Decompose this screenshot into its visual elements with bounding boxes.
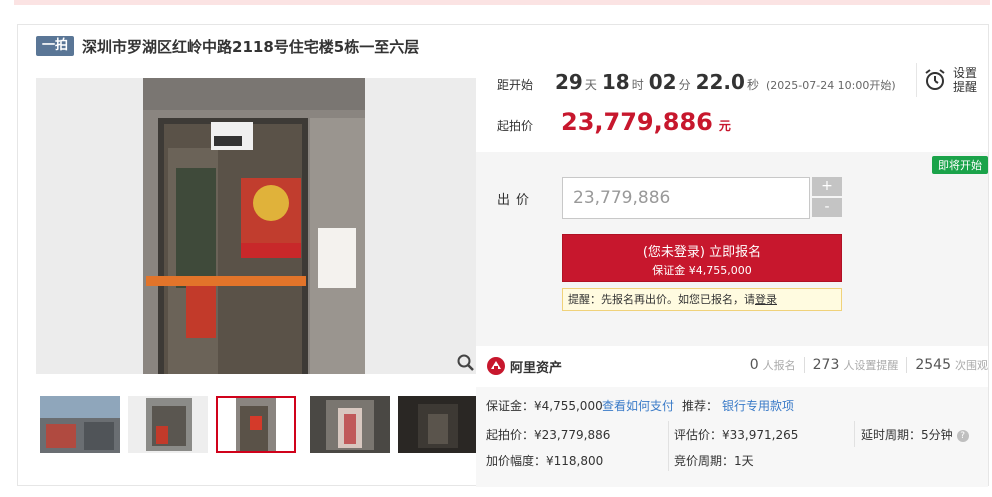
alarm-clock-icon [925, 69, 945, 90]
stats: 0 人报名 273 人设置提醒 2545 次围观 [750, 357, 988, 373]
auction-title: 深圳市罗湖区红岭中路2118号住宅楼5栋一至六层 [82, 37, 420, 56]
signup-button-label: (您未登录) 立即报名 [642, 245, 762, 260]
start-price-row: 起拍价 23,779,886 元 [497, 108, 731, 136]
countdown-hours: 18 [601, 70, 630, 94]
stat-divider [803, 357, 805, 373]
help-icon[interactable]: ? [956, 429, 969, 442]
column-divider [854, 421, 855, 447]
platform-name: 阿里资产 [510, 360, 563, 376]
start-price-label: 起拍价 [497, 119, 534, 133]
start-time-note: (2025-07-24 10:00开始) [765, 79, 896, 92]
delay-period-text: 延时周期：5分钟 [861, 428, 953, 442]
thumbnail-1[interactable] [40, 396, 120, 453]
appraisal-info: 评估价：¥33,971,265 [674, 428, 799, 442]
auction-details: 保证金：¥4,755,000 查看如何支付 推荐： 银行专用款项 起拍价：¥23… [476, 387, 988, 487]
stats-row: 阿里资产 0 人报名 273 人设置提醒 2545 次围观 [476, 347, 988, 387]
delay-period-info: 延时周期：5分钟? [861, 426, 969, 443]
countdown: 距开始 29 天 18 时 02 分 22.0 秒 (2025-07-24 10… [497, 70, 896, 94]
reminder-count: 273 [812, 357, 840, 373]
start-price-value: 23,779,886 [561, 108, 713, 136]
bid-label: 出价 [497, 193, 536, 208]
status-badge: 即将开始 [932, 156, 988, 174]
signup-button[interactable]: (您未登录) 立即报名 保证金 ¥4,755,000 [562, 234, 842, 282]
zoom-icon[interactable] [456, 353, 476, 373]
start-price-info: 起拍价：¥23,779,886 [486, 428, 611, 442]
increment-info: 加价幅度：¥118,800 [486, 454, 604, 468]
reminder-line1: 设置 [953, 66, 978, 80]
countdown-seconds-unit: 秒 [746, 78, 759, 92]
recommend-label: 推荐： [682, 399, 719, 413]
thumbnail-2[interactable] [128, 396, 208, 453]
start-price-unit: 元 [718, 119, 731, 133]
auction-card: 一拍 深圳市罗湖区红岭中路2118号住宅楼5栋一至六层 距开始 29 天 18 … [17, 24, 989, 487]
platform-logo: 阿里资产 [486, 356, 562, 376]
auction-round-tag: 一拍 [36, 36, 75, 56]
view-count-label: 次围观 [955, 359, 988, 372]
title-row: 一拍 深圳市罗湖区红岭中路2118号住宅楼5栋一至六层 [36, 35, 419, 57]
column-divider [668, 421, 669, 471]
countdown-seconds: 22.0 [695, 70, 745, 94]
thumbnail-5[interactable] [398, 396, 478, 453]
main-photo[interactable] [36, 78, 476, 374]
countdown-days: 29 [555, 70, 583, 94]
countdown-minutes: 02 [648, 70, 677, 94]
view-count: 2545 [915, 357, 951, 373]
decrease-bid-button[interactable]: - [812, 198, 842, 217]
login-link[interactable]: 登录 [755, 293, 777, 306]
signup-count: 0 [749, 357, 759, 373]
deposit-info: 保证金：¥4,755,000 [486, 399, 603, 413]
bank-payment-link[interactable]: 银行专用款项 [722, 397, 794, 414]
reminder-line2: 提醒 [953, 80, 978, 94]
top-notice-bar [14, 0, 990, 5]
countdown-days-unit: 天 [584, 78, 597, 92]
set-reminder-button[interactable]: 设置 提醒 [916, 63, 986, 97]
stat-divider [906, 357, 908, 373]
signup-deposit-label: 保证金 ¥4,755,000 [652, 264, 752, 277]
bid-area: 即将开始 出价 23,779,886 + - (您未登录) 立即报名 保证金 ¥… [476, 152, 988, 346]
countdown-hours-unit: 时 [631, 78, 644, 92]
countdown-minutes-unit: 分 [678, 78, 691, 92]
how-to-pay-link[interactable]: 查看如何支付 [602, 397, 674, 414]
thumbnail-3[interactable] [216, 396, 296, 453]
thumbnail-4[interactable] [310, 396, 390, 453]
bid-amount-input[interactable]: 23,779,886 [562, 177, 810, 219]
login-hint: 提醒：先报名再出价。如您已报名，请登录 [562, 288, 842, 311]
increase-bid-button[interactable]: + [812, 177, 842, 196]
bid-period-info: 竞价周期：1天 [674, 454, 754, 468]
ali-asset-icon [487, 357, 505, 375]
countdown-label: 距开始 [497, 78, 534, 92]
reminder-count-label: 人设置提醒 [843, 359, 899, 372]
thumbnail-strip [36, 396, 478, 453]
signup-count-label: 人报名 [762, 359, 796, 372]
hint-text: 提醒：先报名再出价。如您已报名，请 [568, 293, 755, 306]
